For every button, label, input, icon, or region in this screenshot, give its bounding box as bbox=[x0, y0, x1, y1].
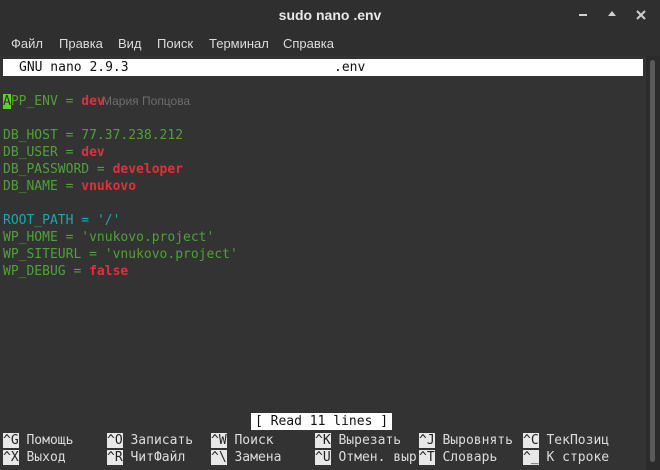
maximize-button[interactable] bbox=[603, 6, 621, 24]
env-value: developer bbox=[112, 162, 184, 177]
shortcut-exit[interactable]: ^X Выход bbox=[3, 449, 66, 466]
env-value: '/' bbox=[96, 213, 121, 228]
nano-filename: .env bbox=[334, 60, 366, 75]
env-value: 77.37.238.212 bbox=[81, 128, 184, 143]
env-key: WP_SITEURL bbox=[3, 247, 82, 262]
minimize-icon bbox=[579, 14, 587, 16]
env-value: 'vnukovo.project' bbox=[104, 247, 238, 262]
env-value: dev bbox=[81, 94, 105, 109]
title-bar: sudo nano .env bbox=[0, 0, 660, 30]
env-line-wp-home: WP_HOME = 'vnukovo.project' bbox=[3, 230, 215, 245]
menu-view[interactable]: Вид bbox=[118, 36, 142, 51]
menu-file[interactable]: Файл bbox=[11, 36, 43, 51]
env-value: vnukovo bbox=[81, 179, 137, 194]
shortcut-cur-pos[interactable]: ^C ТекПозиц bbox=[523, 432, 609, 449]
env-line-db-host: DB_HOST = 77.37.238.212 bbox=[3, 128, 184, 143]
env-value: false bbox=[89, 264, 129, 279]
window-title: sudo nano .env bbox=[278, 7, 382, 23]
env-key: DB_USER bbox=[3, 145, 58, 160]
nano-title-bar: GNU nano 2.9.3 .env bbox=[3, 59, 643, 76]
env-value: dev bbox=[81, 145, 105, 160]
maximize-icon bbox=[608, 11, 616, 16]
env-line-wp-siteurl: WP_SITEURL = 'vnukovo.project' bbox=[3, 247, 238, 262]
env-line-root-path: ROOT_PATH = '/' bbox=[3, 213, 121, 228]
terminal-scrollbar[interactable] bbox=[646, 56, 660, 470]
env-line-wp-debug: WP_DEBUG = false bbox=[3, 264, 129, 279]
env-line-db-name: DB_NAME = vnukovo bbox=[3, 179, 137, 194]
env-key: ROOT_PATH bbox=[3, 213, 74, 228]
minimize-button[interactable] bbox=[574, 6, 592, 24]
close-button[interactable] bbox=[632, 6, 650, 24]
shortcut-go-to-line[interactable]: ^_ К строке bbox=[523, 449, 609, 466]
shortcut-read-file[interactable]: ^R ЧитФайл bbox=[107, 449, 185, 466]
env-value: 'vnukovo.project' bbox=[81, 230, 215, 245]
shortcut-uncut[interactable]: ^U Отмен. выр bbox=[315, 449, 417, 466]
terminal-area[interactable]: GNU nano 2.9.3 .env Мария Попцова APP_EN… bbox=[0, 56, 646, 470]
text-cursor: A bbox=[3, 94, 11, 109]
env-line-db-password: DB_PASSWORD = developer bbox=[3, 162, 184, 177]
nano-status-message: [ Read 11 lines ] bbox=[251, 413, 393, 430]
shortcut-help[interactable]: ^G Помощь bbox=[3, 432, 73, 449]
terminal-window: sudo nano .env Файл Правка Вид Поиск Тер… bbox=[0, 0, 660, 470]
env-key: WP_DEBUG bbox=[3, 264, 66, 279]
shortcut-spell[interactable]: ^T Словарь bbox=[419, 449, 497, 466]
shortcut-write[interactable]: ^O Записать bbox=[107, 432, 193, 449]
shortcut-replace[interactable]: ^\ Замена bbox=[211, 449, 281, 466]
close-icon bbox=[636, 10, 646, 20]
env-key: WP_HOME bbox=[3, 230, 58, 245]
env-line-app-env: APP_ENV = dev bbox=[3, 94, 105, 109]
menu-help[interactable]: Справка bbox=[283, 36, 334, 51]
env-key: DB_HOST bbox=[3, 128, 58, 143]
scrollbar-thumb[interactable] bbox=[650, 60, 655, 462]
shortcut-cut[interactable]: ^K Вырезать bbox=[315, 432, 401, 449]
nano-version: GNU nano 2.9.3 bbox=[19, 60, 129, 75]
menu-edit[interactable]: Правка bbox=[59, 36, 103, 51]
shortcut-justify[interactable]: ^J Выровнять bbox=[419, 432, 513, 449]
menu-bar: Файл Правка Вид Поиск Терминал Справка bbox=[0, 30, 660, 56]
env-key: DB_NAME bbox=[3, 179, 58, 194]
env-line-db-user: DB_USER = dev bbox=[3, 145, 105, 160]
watermark-text: Мария Попцова bbox=[102, 94, 191, 108]
env-key: PP_ENV bbox=[10, 94, 58, 109]
menu-terminal[interactable]: Терминал bbox=[209, 36, 269, 51]
shortcut-search[interactable]: ^W Поиск bbox=[211, 432, 274, 449]
env-key: DB_PASSWORD bbox=[3, 162, 90, 177]
menu-search[interactable]: Поиск bbox=[157, 36, 193, 51]
